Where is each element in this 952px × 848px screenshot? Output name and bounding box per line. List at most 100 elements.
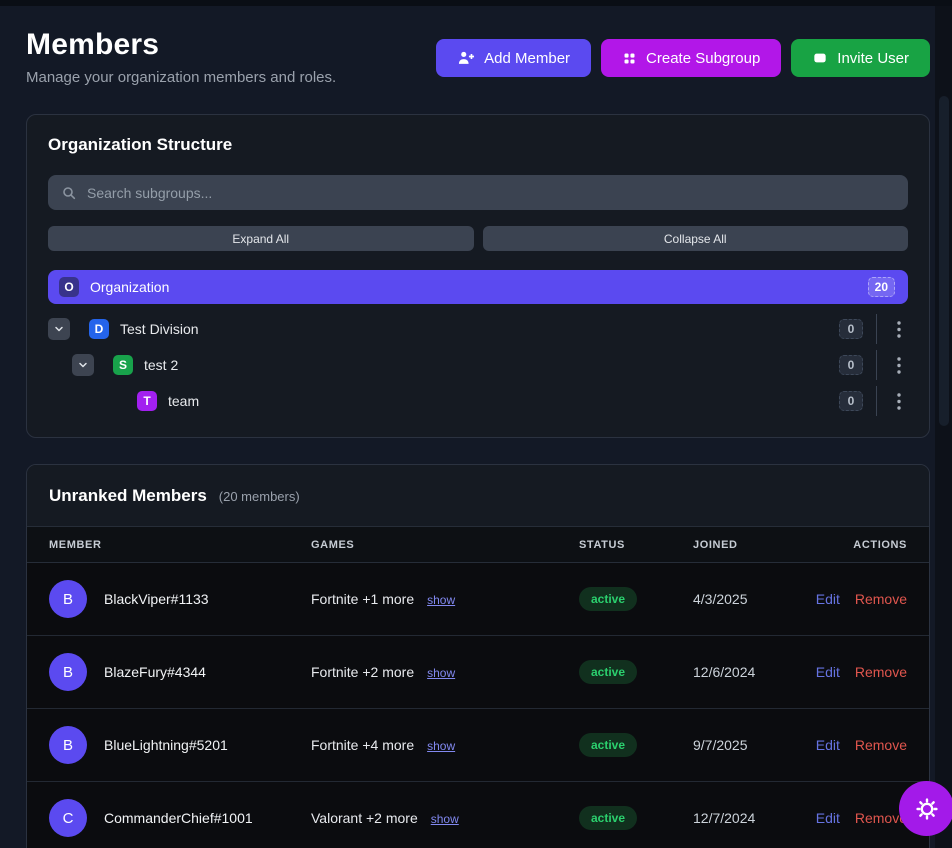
member-row: C CommanderChief#1001 Valorant +2 moreshow… xyxy=(27,782,929,848)
node-type-badge: O xyxy=(59,277,79,297)
member-row: B BlazeFury#4344 Fortnite +2 more show activ… xyxy=(27,636,929,709)
collapse-all-button[interactable]: Collapse All xyxy=(483,226,909,251)
games-cell: Fortnite +4 more show xyxy=(311,737,579,753)
actions-cell: Edit Remove xyxy=(816,591,907,607)
member-count-badge: 20 xyxy=(868,277,895,297)
gear-icon xyxy=(915,797,939,821)
status-badge: active xyxy=(579,806,637,830)
games-cell: Valorant +2 moreshow xyxy=(311,810,579,826)
search-icon xyxy=(61,185,77,201)
member-cell: B BlazeFury#4344 xyxy=(49,653,311,691)
status-cell: active xyxy=(579,660,693,684)
remove-link[interactable]: Remove xyxy=(855,591,907,607)
status-badge: active xyxy=(579,660,637,684)
organization-structure-panel: Organization Structure Expand All Collap… xyxy=(26,114,930,438)
games-summary: Fortnite +2 more xyxy=(311,664,414,680)
add-member-label: Add Member xyxy=(484,50,570,67)
edit-link[interactable]: Edit xyxy=(816,664,840,680)
chevron-down-icon[interactable] xyxy=(72,354,94,376)
member-cell: C CommanderChief#1001 xyxy=(49,799,311,837)
avatar: B xyxy=(49,580,87,618)
app-root: Members Manage your organization members… xyxy=(0,0,952,848)
subgroup-search[interactable] xyxy=(48,175,908,210)
unranked-members-panel: Unranked Members (20 members) MEMBER GAM… xyxy=(26,464,930,848)
divider xyxy=(876,350,877,380)
column-header-joined: JOINED xyxy=(693,539,803,551)
actions-cell: EditRemove xyxy=(816,810,907,826)
avatar: C xyxy=(49,799,87,837)
column-header-games: GAMES xyxy=(311,539,579,551)
column-header-status: STATUS xyxy=(579,539,693,551)
kebab-menu-icon[interactable] xyxy=(890,352,908,378)
chevron-down-icon[interactable] xyxy=(48,318,70,340)
member-name: CommanderChief#1001 xyxy=(104,810,253,826)
avatar: B xyxy=(49,653,87,691)
tree-node[interactable]: DTest Division0 xyxy=(48,311,908,347)
games-summary: Fortnite +4 more xyxy=(311,737,414,753)
edit-link[interactable]: Edit xyxy=(816,810,840,826)
joined-date: 12/6/2024 xyxy=(693,664,803,680)
divider xyxy=(876,314,877,344)
page-subtitle: Manage your organization members and rol… xyxy=(26,69,336,86)
scrollbar-thumb[interactable] xyxy=(939,96,949,426)
column-header-actions: ACTIONS xyxy=(853,539,907,551)
member-cell: BBlackViper#1133 xyxy=(49,580,311,618)
invite-user-button[interactable]: Invite User xyxy=(791,39,930,77)
node-type-badge: S xyxy=(113,355,133,375)
show-games-link[interactable]: show xyxy=(427,666,455,680)
member-row: BBlackViper#1133Fortnite +1 more show acti… xyxy=(27,563,929,636)
tree-node-label: team xyxy=(168,393,199,409)
edit-link[interactable]: Edit xyxy=(816,737,840,753)
avatar: B xyxy=(49,726,87,764)
member-count-badge: 0 xyxy=(839,391,863,411)
members-count: (20 members) xyxy=(219,489,300,504)
status-badge: active xyxy=(579,587,637,611)
page-title: Members xyxy=(26,28,336,62)
member-name: BlazeFury#4344 xyxy=(104,664,206,680)
status-cell: active xyxy=(579,587,693,611)
table-header-row: MEMBER GAMES STATUS JOINED ACTIONS xyxy=(27,526,929,563)
tree-node-label: test 2 xyxy=(144,357,178,373)
kebab-menu-icon[interactable] xyxy=(890,316,908,342)
status-badge: active xyxy=(579,733,637,757)
expand-collapse-row: Expand All Collapse All xyxy=(48,226,908,251)
search-input[interactable] xyxy=(87,185,895,201)
show-games-link[interactable]: show xyxy=(427,593,455,607)
invite-user-label: Invite User xyxy=(837,50,909,67)
divider xyxy=(876,386,877,416)
expand-all-button[interactable]: Expand All xyxy=(48,226,474,251)
create-subgroup-button[interactable]: Create Subgroup xyxy=(601,39,781,77)
games-cell: Fortnite +2 more show xyxy=(311,664,579,680)
mail-icon xyxy=(812,50,828,66)
actions-cell: Edit Remove xyxy=(816,664,907,680)
remove-link[interactable]: Remove xyxy=(855,737,907,753)
node-type-badge: D xyxy=(89,319,109,339)
settings-fab[interactable] xyxy=(899,781,952,836)
kebab-menu-icon[interactable] xyxy=(890,388,908,414)
tree-node-label: Organization xyxy=(90,279,169,295)
show-games-link[interactable]: show xyxy=(431,812,459,826)
tree-node[interactable]: Stest 20 xyxy=(72,347,908,383)
header-buttons: Add Member Create Subgroup Invite User xyxy=(436,39,930,77)
grid-dots-icon xyxy=(622,51,637,66)
tree-node[interactable]: Tteam0 xyxy=(96,383,908,419)
members-table-body: BBlackViper#1133Fortnite +1 more show acti… xyxy=(27,563,929,848)
member-row: B BlueLightning#5201 Fortnite +4 more show a… xyxy=(27,709,929,782)
status-cell: active xyxy=(579,806,693,830)
member-name: BlueLightning#5201 xyxy=(104,737,228,753)
scrollbar-track[interactable] xyxy=(935,0,952,848)
org-tree: OOrganization20DTest Division0Stest 20Tt… xyxy=(48,270,908,419)
org-structure-title: Organization Structure xyxy=(48,135,908,155)
tree-node-selected[interactable]: O Organization 20 xyxy=(48,270,908,304)
games-cell: Fortnite +1 more show xyxy=(311,591,579,607)
joined-date: 12/7/2024 xyxy=(693,810,803,826)
games-summary: Fortnite +1 more xyxy=(311,591,414,607)
create-subgroup-label: Create Subgroup xyxy=(646,50,760,67)
add-member-button[interactable]: Add Member xyxy=(436,39,591,77)
top-edge-bar xyxy=(0,0,952,6)
remove-link[interactable]: Remove xyxy=(855,664,907,680)
joined-date: 9/7/2025 xyxy=(693,737,803,753)
edit-link[interactable]: Edit xyxy=(816,591,840,607)
members-title: Unranked Members xyxy=(49,486,207,506)
show-games-link[interactable]: show xyxy=(427,739,455,753)
